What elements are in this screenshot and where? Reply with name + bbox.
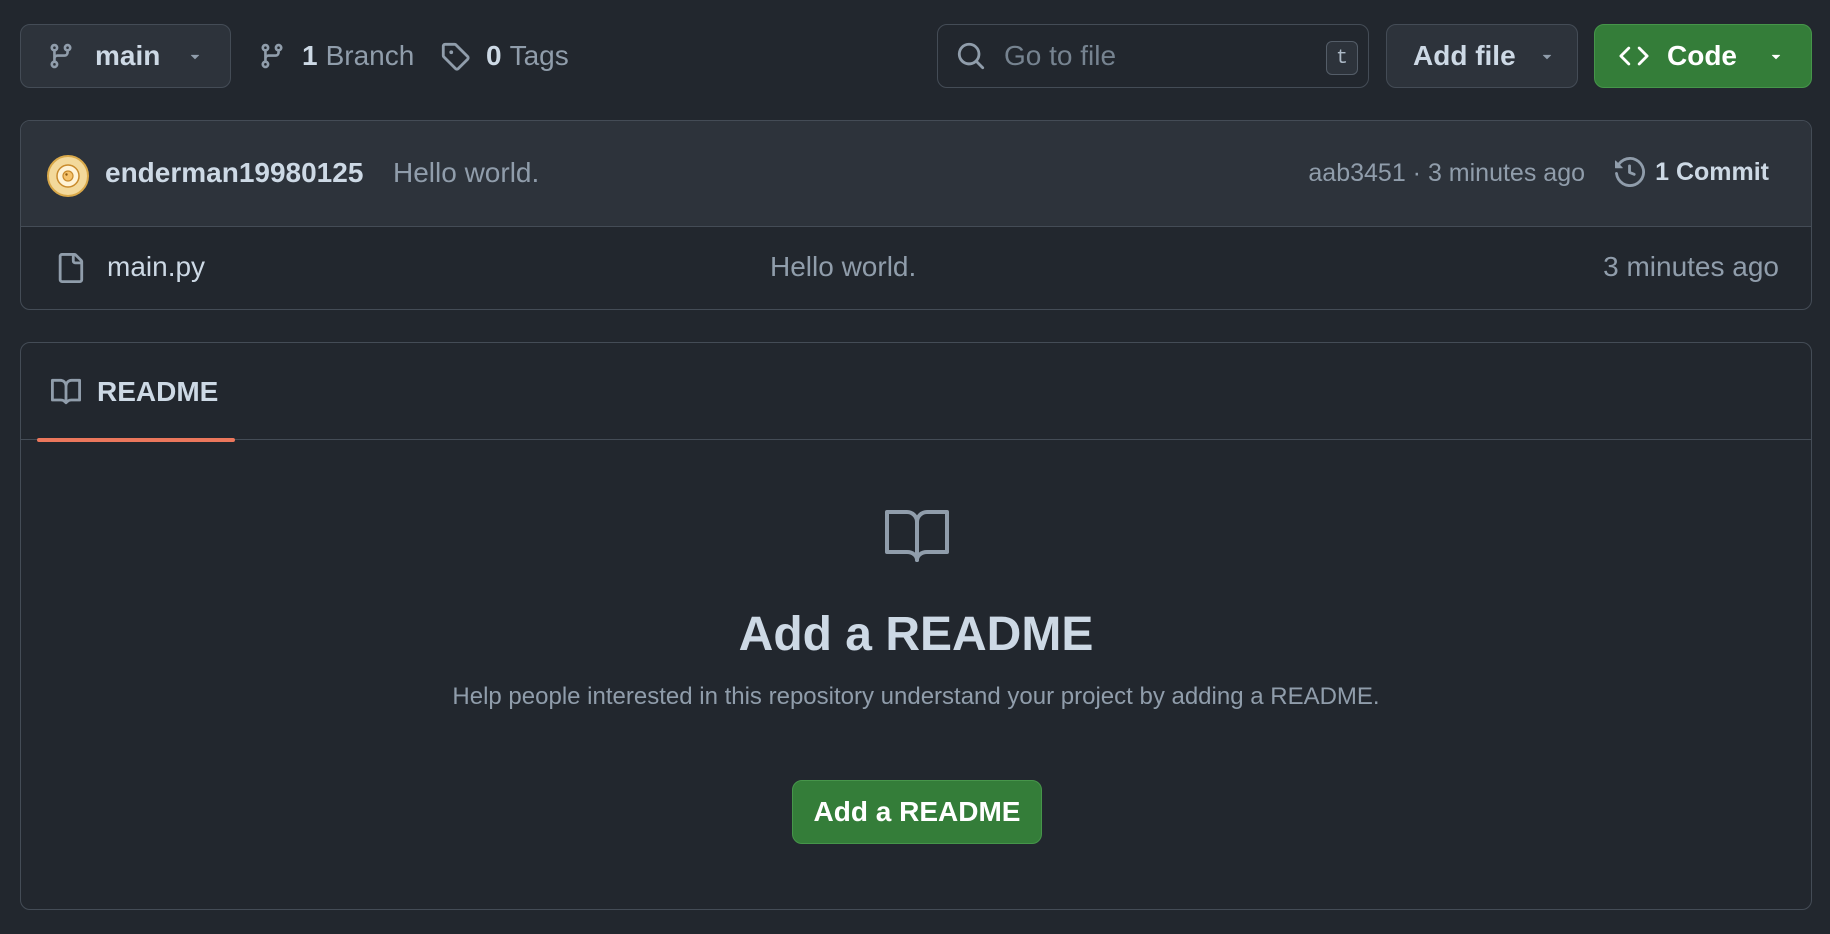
empty-state-title: Add a README	[738, 608, 1094, 661]
triangle-down-icon	[1538, 47, 1556, 65]
commit-time: 3 minutes ago	[1427, 159, 1585, 187]
readme-panel: README Add a README Help people interest…	[20, 342, 1812, 910]
triangle-down-icon	[1767, 47, 1785, 65]
empty-state-description: Help people interested in this repositor…	[452, 683, 1380, 710]
search-icon	[956, 41, 986, 71]
code-label: Code	[1667, 40, 1737, 71]
latest-commit-row: enderman19980125 Hello world. aab3451 · …	[21, 121, 1811, 227]
tags-link[interactable]: 0 Tags	[440, 24, 569, 88]
triangle-down-icon	[186, 47, 204, 65]
tag-icon	[440, 41, 470, 71]
code-button[interactable]: Code	[1594, 24, 1812, 88]
commits-count-label: 1 Commit	[1655, 157, 1769, 186]
tag-count-label: Tags	[509, 40, 569, 71]
file-commit-time: 3 minutes ago	[1603, 251, 1779, 282]
git-branch-icon	[258, 42, 286, 70]
keyboard-shortcut-hint: t	[1326, 41, 1358, 75]
commit-meta-separator: ·	[1412, 159, 1421, 187]
repo-toolbar: main 1 Branch 0 Tags t Add	[20, 24, 1812, 88]
commit-meta: aab3451 · 3 minutes ago	[1308, 159, 1585, 188]
add-file-label: Add file	[1413, 40, 1516, 71]
add-file-button[interactable]: Add file	[1386, 24, 1578, 88]
commits-history-link[interactable]: 1 Commit	[1615, 157, 1769, 187]
tag-count: 0	[486, 40, 502, 71]
branch-count: 1	[302, 40, 318, 71]
table-row: main.py Hello world. 3 minutes ago	[21, 227, 1811, 309]
file-name-link[interactable]: main.py	[107, 251, 205, 283]
branches-link[interactable]: 1 Branch	[258, 24, 414, 88]
commit-message-link[interactable]: Hello world.	[393, 157, 539, 189]
commit-author-link[interactable]: enderman19980125	[105, 157, 363, 189]
active-tab-indicator	[37, 438, 235, 442]
book-icon	[51, 377, 81, 407]
branch-selector-button[interactable]: main	[20, 24, 231, 88]
search-input[interactable]	[1002, 39, 1302, 73]
branch-name: main	[95, 40, 161, 71]
readme-header: README	[21, 343, 1811, 442]
git-branch-icon	[47, 42, 75, 70]
file-commit-message-link[interactable]: Hello world.	[770, 251, 916, 283]
commit-sha-link[interactable]: aab3451	[1308, 159, 1405, 187]
add-readme-button[interactable]: Add a README	[792, 780, 1042, 844]
file-table: enderman19980125 Hello world. aab3451 · …	[20, 120, 1812, 310]
code-icon	[1619, 41, 1649, 71]
avatar[interactable]	[47, 155, 89, 197]
file-icon	[55, 253, 85, 283]
history-icon	[1615, 157, 1646, 187]
tab-readme[interactable]: README	[37, 343, 235, 442]
book-icon	[883, 508, 951, 564]
avatar-image	[56, 164, 80, 188]
branch-count-label: Branch	[325, 40, 415, 71]
go-to-file-search[interactable]: t	[937, 24, 1369, 88]
tab-readme-label: README	[97, 375, 219, 407]
